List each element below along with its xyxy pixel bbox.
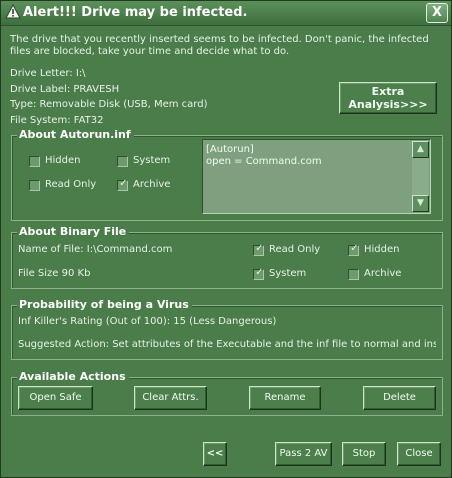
autorun-hidden-checkbox[interactable] [29,156,40,167]
delete-label: Delete [383,392,416,403]
window-title: Alert!!! Drive may be infected. [23,5,248,20]
extra-analysis-button[interactable]: Extra Analysis>>> [339,82,437,114]
extra-analysis-line1: Extra [371,85,405,98]
extra-analysis-line2: Analysis>>> [348,98,428,111]
alert-window: Alert!!! Drive may be infected. X The dr… [0,0,452,478]
autorun-readonly-label: Read Only [45,179,97,190]
intro-message: The drive that you recently inserted see… [10,34,429,57]
binary-archive-label: Archive [364,268,402,279]
rename-button[interactable]: Rename [249,386,321,410]
autorun-system-checkbox[interactable] [117,156,128,167]
check-icon: ✓ [119,178,128,189]
binary-file-size: File Size 90 Kb [18,268,91,279]
pass-to-av-label: Pass 2 AV [279,448,328,459]
stop-label: Stop [352,448,376,459]
file-system: File System: FAT32 [10,115,104,126]
suggested-action: Suggested Action: Set attributes of the … [18,339,436,350]
scroll-up-icon[interactable]: ▲ [412,141,429,158]
binary-hidden-checkbox[interactable]: ✓ [348,243,359,256]
check-icon: ✓ [255,267,264,278]
close-label: Close [405,448,433,459]
alert-icon [5,4,21,19]
clear-attrs-button[interactable]: Clear Attrs. [134,386,207,410]
autorun-archive-checkbox[interactable]: ✓ [117,178,128,191]
probability-group-title: Probability of being a Virus [17,298,192,311]
check-icon: ✓ [255,243,264,254]
actions-group-title: Available Actions [17,370,129,383]
autorun-readonly-checkbox[interactable] [29,180,40,191]
autorun-archive-label: Archive [133,179,171,190]
drive-letter: Drive Letter: I:\ [10,68,86,79]
virus-rating: Inf Killer's Rating (Out of 100): 15 (Le… [18,316,277,327]
scroll-down-icon[interactable]: ▼ [412,195,429,212]
clear-attrs-label: Clear Attrs. [142,392,199,403]
autorun-content-line2: open = Command.com [206,156,322,167]
autorun-hidden-label: Hidden [45,155,81,166]
drive-label: Drive Label: PRAVESH [10,84,120,95]
open-safe-button[interactable]: Open Safe [18,386,93,410]
binary-system-checkbox[interactable]: ✓ [253,267,264,280]
close-icon: X [431,5,443,20]
stop-button[interactable]: Stop [342,442,386,466]
close-button[interactable]: Close [397,442,441,466]
back-button[interactable]: << [203,442,227,466]
autorun-content-textarea[interactable]: [Autorun] open = Command.com ▲ ▼ [202,139,431,214]
title-bar: Alert!!! Drive may be infected. X [1,1,451,26]
binary-group [11,232,443,289]
close-window-button[interactable]: X [426,3,448,23]
back-icon: << [206,448,224,459]
autorun-group-title: About Autorun.inf [17,128,134,141]
rename-label: Rename [264,392,306,403]
binary-readonly-label: Read Only [269,244,321,255]
check-icon: ✓ [350,243,359,254]
autorun-content-line1: [Autorun] [206,144,254,155]
probability-group [11,305,443,360]
delete-button[interactable]: Delete [363,386,436,410]
binary-archive-checkbox[interactable] [348,269,359,280]
textarea-scrollbar[interactable]: ▲ ▼ [412,141,429,212]
binary-hidden-label: Hidden [364,244,400,255]
binary-readonly-checkbox[interactable]: ✓ [253,243,264,256]
open-safe-label: Open Safe [29,392,82,403]
pass-to-av-button[interactable]: Pass 2 AV [275,442,332,466]
autorun-system-label: System [133,155,171,166]
binary-file-name: Name of File: I:\Command.com [18,244,173,255]
drive-type: Type: Removable Disk (USB, Mem card) [10,99,208,110]
binary-system-label: System [269,268,307,279]
binary-group-title: About Binary File [17,225,130,238]
